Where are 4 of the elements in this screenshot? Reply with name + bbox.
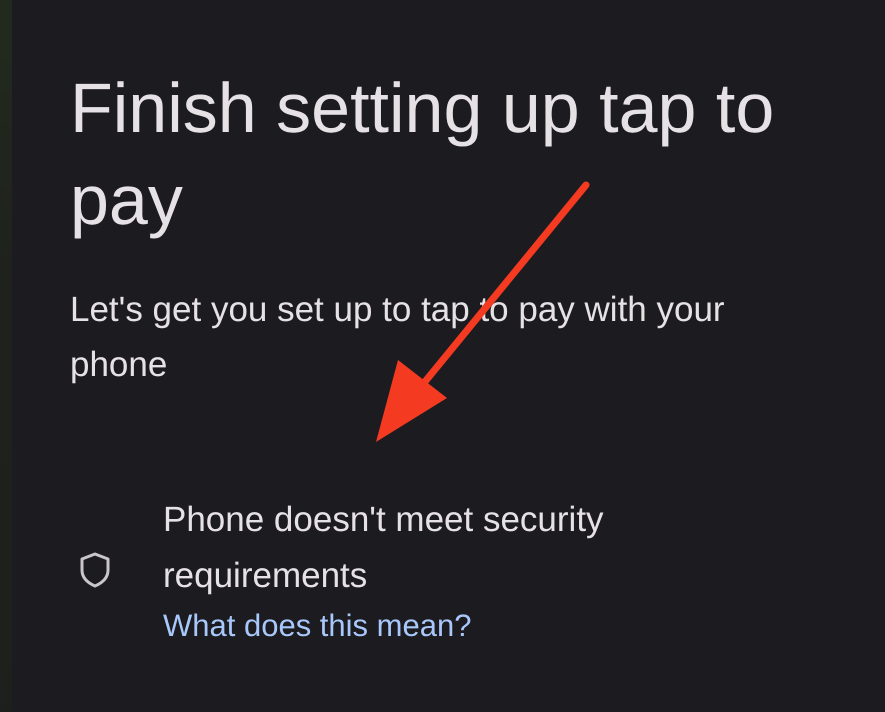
help-link[interactable]: What does this mean? (163, 604, 723, 648)
page-title: Finish setting up tap to pay (70, 68, 776, 241)
requirement-message: Phone doesn't meet security requirements (163, 499, 605, 597)
shield-icon (78, 551, 112, 589)
